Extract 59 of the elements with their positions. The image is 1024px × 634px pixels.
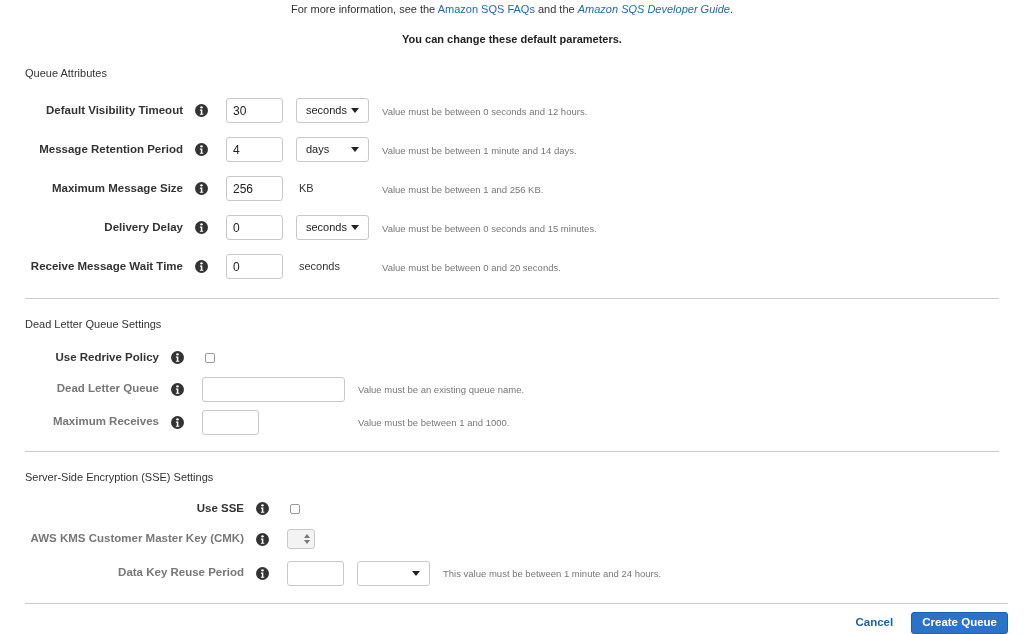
info-icon[interactable] [171, 415, 184, 429]
unit-label: seconds [299, 259, 340, 275]
field-label: Data Key Reuse Period [117, 565, 244, 581]
section-heading: Server-Side Encryption (SSE) Settings [25, 469, 215, 485]
info-sentence: For more information, see the Amazon SQS FAQs and the Amazon SQS Developer Guide. [289, 2, 735, 17]
info-icon[interactable] [195, 182, 208, 195]
input-field[interactable]: 0 [226, 254, 283, 279]
field-label: AWS KMS Customer Master Key (CMK) [29, 531, 244, 547]
info-icon[interactable] [171, 382, 184, 396]
input-field[interactable]: 256 [226, 176, 283, 201]
info-icon[interactable] [256, 502, 269, 515]
info-icon[interactable] [256, 566, 269, 580]
info-icon[interactable] [171, 351, 184, 364]
input-field[interactable]: 4 [226, 137, 283, 162]
unit-dropdown[interactable]: seconds [296, 215, 369, 240]
section-heading: Queue Attributes [25, 65, 108, 81]
info-icon[interactable] [195, 221, 208, 234]
section-heading: Dead Letter Queue Settings [25, 317, 163, 332]
info-icon[interactable] [195, 104, 208, 117]
hint-text: Value must be between 0 seconds and 15 minutes. [382, 221, 597, 236]
doc-link[interactable]: Amazon SQS FAQs [437, 3, 535, 15]
info-icon[interactable] [195, 260, 208, 273]
unit-label: KB [299, 181, 314, 197]
field-label: Message Retention Period [38, 141, 183, 157]
field-label: Maximum Receives [51, 414, 159, 430]
field-label: Delivery Delay [103, 219, 183, 235]
field-label: Maximum Message Size [50, 180, 183, 196]
field-label: Use SSE [195, 500, 244, 516]
hint-text: This value must be between 1 minute and 24 hours. [443, 567, 662, 582]
hint-text: Value must be between 1 minute and 14 days. [382, 143, 577, 158]
caret-icon [351, 225, 359, 230]
unit-dropdown[interactable]: days [296, 137, 369, 162]
input-field[interactable] [202, 409, 259, 435]
unit-dropdown[interactable]: seconds [296, 98, 369, 123]
hint-text: Value must be between 0 seconds and 12 hours. [382, 104, 588, 119]
field-label: Default Visibility Timeout [45, 102, 183, 118]
caret-icon [351, 108, 359, 113]
notice-text: You can change these default parameters. [401, 32, 623, 47]
caret-icon [351, 147, 359, 152]
input-field[interactable]: 0 [226, 215, 283, 240]
caret-icon [412, 570, 420, 576]
info-icon[interactable] [195, 143, 208, 156]
doc-link[interactable]: Amazon SQS Developer Guide [577, 3, 730, 15]
hint-text: Value must be an existing queue name. [358, 383, 525, 398]
cancel-link[interactable]: Cancel [851, 612, 898, 634]
field-label: Dead Letter Queue [55, 381, 159, 397]
checkbox[interactable] [205, 352, 215, 363]
input-field[interactable]: 30 [226, 98, 283, 123]
field-label: Receive Message Wait Time [29, 258, 183, 274]
hint-text: Value must be between 1 and 1000. [358, 416, 510, 431]
hint-text: Value must be between 1 and 256 KB. [382, 182, 544, 197]
hint-text: Value must be between 0 and 20 seconds. [382, 260, 561, 275]
input-field[interactable] [287, 560, 344, 586]
checkbox[interactable] [290, 503, 300, 514]
spinner-arrows-icon [304, 534, 310, 544]
info-icon[interactable] [256, 532, 269, 546]
input-field[interactable] [202, 376, 345, 402]
field-label: Use Redrive Policy [54, 349, 159, 365]
create-queue-button[interactable]: Create Queue [911, 612, 1008, 634]
